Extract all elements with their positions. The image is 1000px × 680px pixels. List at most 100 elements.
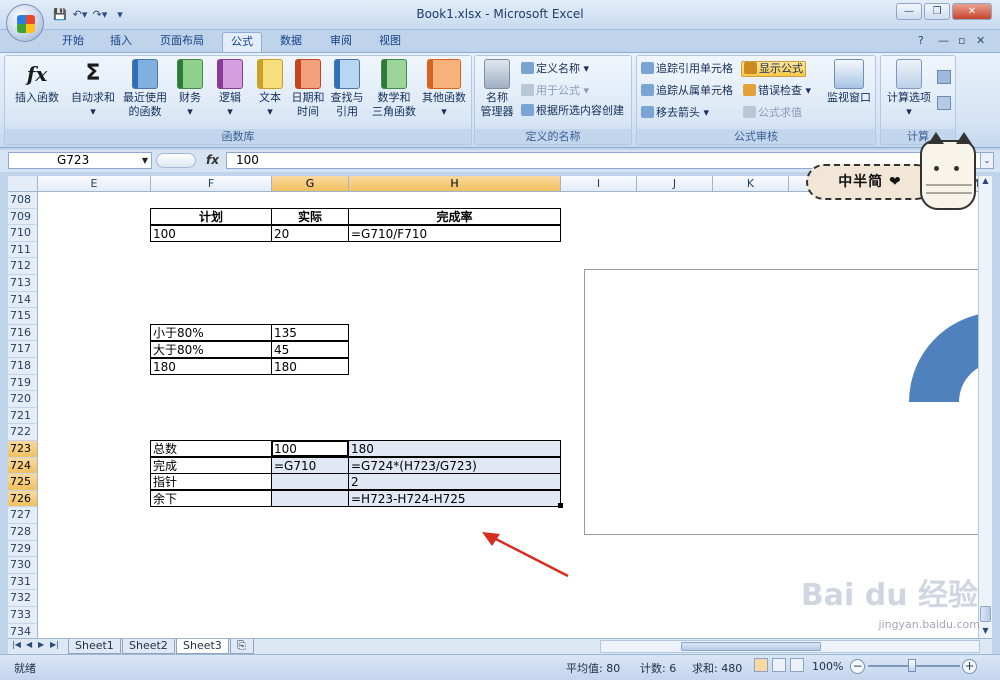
cell-g716[interactable]: 135 — [271, 324, 349, 341]
row-header[interactable]: 725 — [8, 474, 38, 491]
use-in-formula-button[interactable]: 用于公式 ▾ — [521, 84, 589, 98]
row-header[interactable]: 714 — [8, 291, 38, 309]
calc-options-button[interactable]: 计算选项 ▾ — [883, 59, 935, 119]
name-manager-button[interactable]: 名称 管理器 — [477, 59, 517, 119]
math-trig-button[interactable]: 数学和 三角函数 — [367, 59, 421, 119]
row-header[interactable]: 730 — [8, 557, 38, 574]
vertical-scroll-thumb[interactable] — [980, 606, 991, 622]
prev-sheet-icon[interactable]: ◀ — [26, 640, 32, 649]
tab-view[interactable]: 视图 — [370, 32, 410, 52]
show-formulas-button[interactable]: 显示公式 — [741, 61, 806, 77]
autosum-button[interactable]: Σ 自动求和 ▾ — [67, 59, 119, 119]
cell-h710[interactable]: =G710/F710 — [348, 225, 561, 242]
cell-f723[interactable]: 总数 — [150, 440, 272, 457]
zoom-slider-thumb[interactable] — [908, 659, 916, 672]
cell-g723-active[interactable]: 100 — [271, 440, 349, 457]
row-header[interactable]: 720 — [8, 391, 38, 408]
horizontal-scroll-thumb[interactable] — [681, 642, 821, 651]
row-header[interactable]: 709 — [8, 208, 38, 226]
zoom-level[interactable]: 100% — [812, 660, 843, 673]
cell-f716[interactable]: 小于80% — [150, 324, 272, 341]
insert-function-icon[interactable]: fx — [206, 153, 219, 167]
tab-home[interactable]: 开始 — [54, 32, 92, 52]
tab-data[interactable]: 数据 — [270, 32, 312, 52]
tab-formulas[interactable]: 公式 — [222, 32, 262, 52]
cell-h726[interactable]: =H723-H724-H725 — [348, 490, 561, 507]
row-header[interactable]: 734 — [8, 623, 38, 638]
cell-h725[interactable]: 2 — [348, 473, 561, 490]
trace-precedents-button[interactable]: 追踪引用单元格 — [641, 62, 733, 76]
help-icon[interactable]: ? — [918, 34, 924, 47]
insert-function-button[interactable]: fx 插入函数 — [11, 59, 63, 105]
define-name-button[interactable]: 定义名称 ▾ — [521, 62, 589, 76]
error-checking-button[interactable]: 错误检查 ▾ — [743, 84, 811, 98]
row-header[interactable]: 724 — [8, 457, 38, 475]
select-all-corner[interactable] — [8, 176, 38, 192]
doc-restore-icon[interactable]: ▫ — [958, 34, 965, 47]
calc-sheet-icon[interactable] — [937, 96, 951, 110]
cell-h709[interactable]: 完成率 — [348, 208, 561, 225]
row-header[interactable]: 710 — [8, 225, 38, 242]
lookup-reference-button[interactable]: 查找与 引用 — [327, 59, 367, 119]
cell-g710[interactable]: 20 — [271, 225, 349, 242]
row-header[interactable]: 716 — [8, 324, 38, 342]
cell-f718[interactable]: 180 — [150, 358, 272, 375]
chart-object[interactable] — [584, 269, 978, 535]
cell-f726[interactable]: 余下 — [150, 490, 272, 507]
cell-f724[interactable]: 完成 — [150, 457, 272, 474]
office-button[interactable] — [6, 4, 44, 42]
logic-button[interactable]: 逻辑 ▾ — [211, 59, 249, 119]
row-header[interactable]: 711 — [8, 241, 38, 259]
cell-g709[interactable]: 实际 — [271, 208, 349, 225]
cell-f710[interactable]: 100 — [150, 225, 272, 242]
column-header-k[interactable]: K — [713, 176, 789, 192]
datetime-button[interactable]: 日期和 时间 — [289, 59, 327, 119]
cell-g718[interactable]: 180 — [271, 358, 349, 375]
page-break-view-icon[interactable] — [790, 658, 804, 672]
page-layout-view-icon[interactable] — [772, 658, 786, 672]
row-header[interactable]: 717 — [8, 341, 38, 358]
column-header-h[interactable]: H — [349, 176, 561, 192]
row-header[interactable]: 718 — [8, 358, 38, 375]
cell-g725[interactable] — [271, 473, 349, 490]
evaluate-formula-button[interactable]: 公式求值 — [743, 106, 802, 120]
zoom-in-icon[interactable]: + — [962, 659, 977, 674]
column-header-e[interactable]: E — [38, 176, 151, 192]
doc-minimize-icon[interactable]: — — [938, 34, 949, 47]
tab-review[interactable]: 审阅 — [320, 32, 362, 52]
column-header-j[interactable]: J — [637, 176, 713, 192]
tab-insert[interactable]: 插入 — [100, 32, 142, 52]
cell-f709[interactable]: 计划 — [150, 208, 272, 225]
row-header[interactable]: 732 — [8, 590, 38, 607]
worksheet-grid[interactable]: E F G H I J K L M 7087097107117127137147… — [8, 176, 978, 638]
close-button[interactable]: ✕ — [952, 3, 992, 20]
row-header[interactable]: 722 — [8, 424, 38, 441]
cell-g724[interactable]: =G710 — [271, 457, 349, 474]
row-header[interactable]: 729 — [8, 540, 38, 558]
scroll-down-icon[interactable]: ▼ — [979, 626, 992, 638]
vertical-scrollbar[interactable]: ▲ ▼ — [978, 176, 992, 638]
horizontal-scrollbar[interactable] — [600, 640, 980, 653]
row-header[interactable]: 713 — [8, 275, 38, 292]
normal-view-icon[interactable] — [754, 658, 768, 672]
cell-f717[interactable]: 大于80% — [150, 341, 272, 358]
row-header[interactable]: 723 — [8, 441, 38, 458]
column-header-g[interactable]: G — [272, 176, 349, 192]
create-from-selection-button[interactable]: 根据所选内容创建 — [521, 104, 624, 118]
remove-arrows-button[interactable]: 移去箭头 ▾ — [641, 106, 709, 120]
next-sheet-icon[interactable]: ▶ — [38, 640, 44, 649]
row-header[interactable]: 712 — [8, 258, 38, 275]
row-header[interactable]: 727 — [8, 507, 38, 524]
row-header[interactable]: 715 — [8, 308, 38, 325]
column-header-i[interactable]: I — [561, 176, 637, 192]
scroll-up-icon[interactable]: ▲ — [979, 176, 992, 188]
text-functions-button[interactable]: 文本 ▾ — [251, 59, 289, 119]
row-header[interactable]: 731 — [8, 573, 38, 591]
minimize-button[interactable]: — — [896, 3, 922, 20]
cell-h723[interactable]: 180 — [348, 440, 561, 457]
zoom-out-icon[interactable]: − — [850, 659, 865, 674]
restore-button[interactable]: ❐ — [924, 3, 950, 20]
insert-sheet-icon[interactable]: ⎘ — [230, 639, 254, 654]
column-header-f[interactable]: F — [151, 176, 272, 192]
last-sheet-icon[interactable]: ▶| — [50, 640, 59, 649]
